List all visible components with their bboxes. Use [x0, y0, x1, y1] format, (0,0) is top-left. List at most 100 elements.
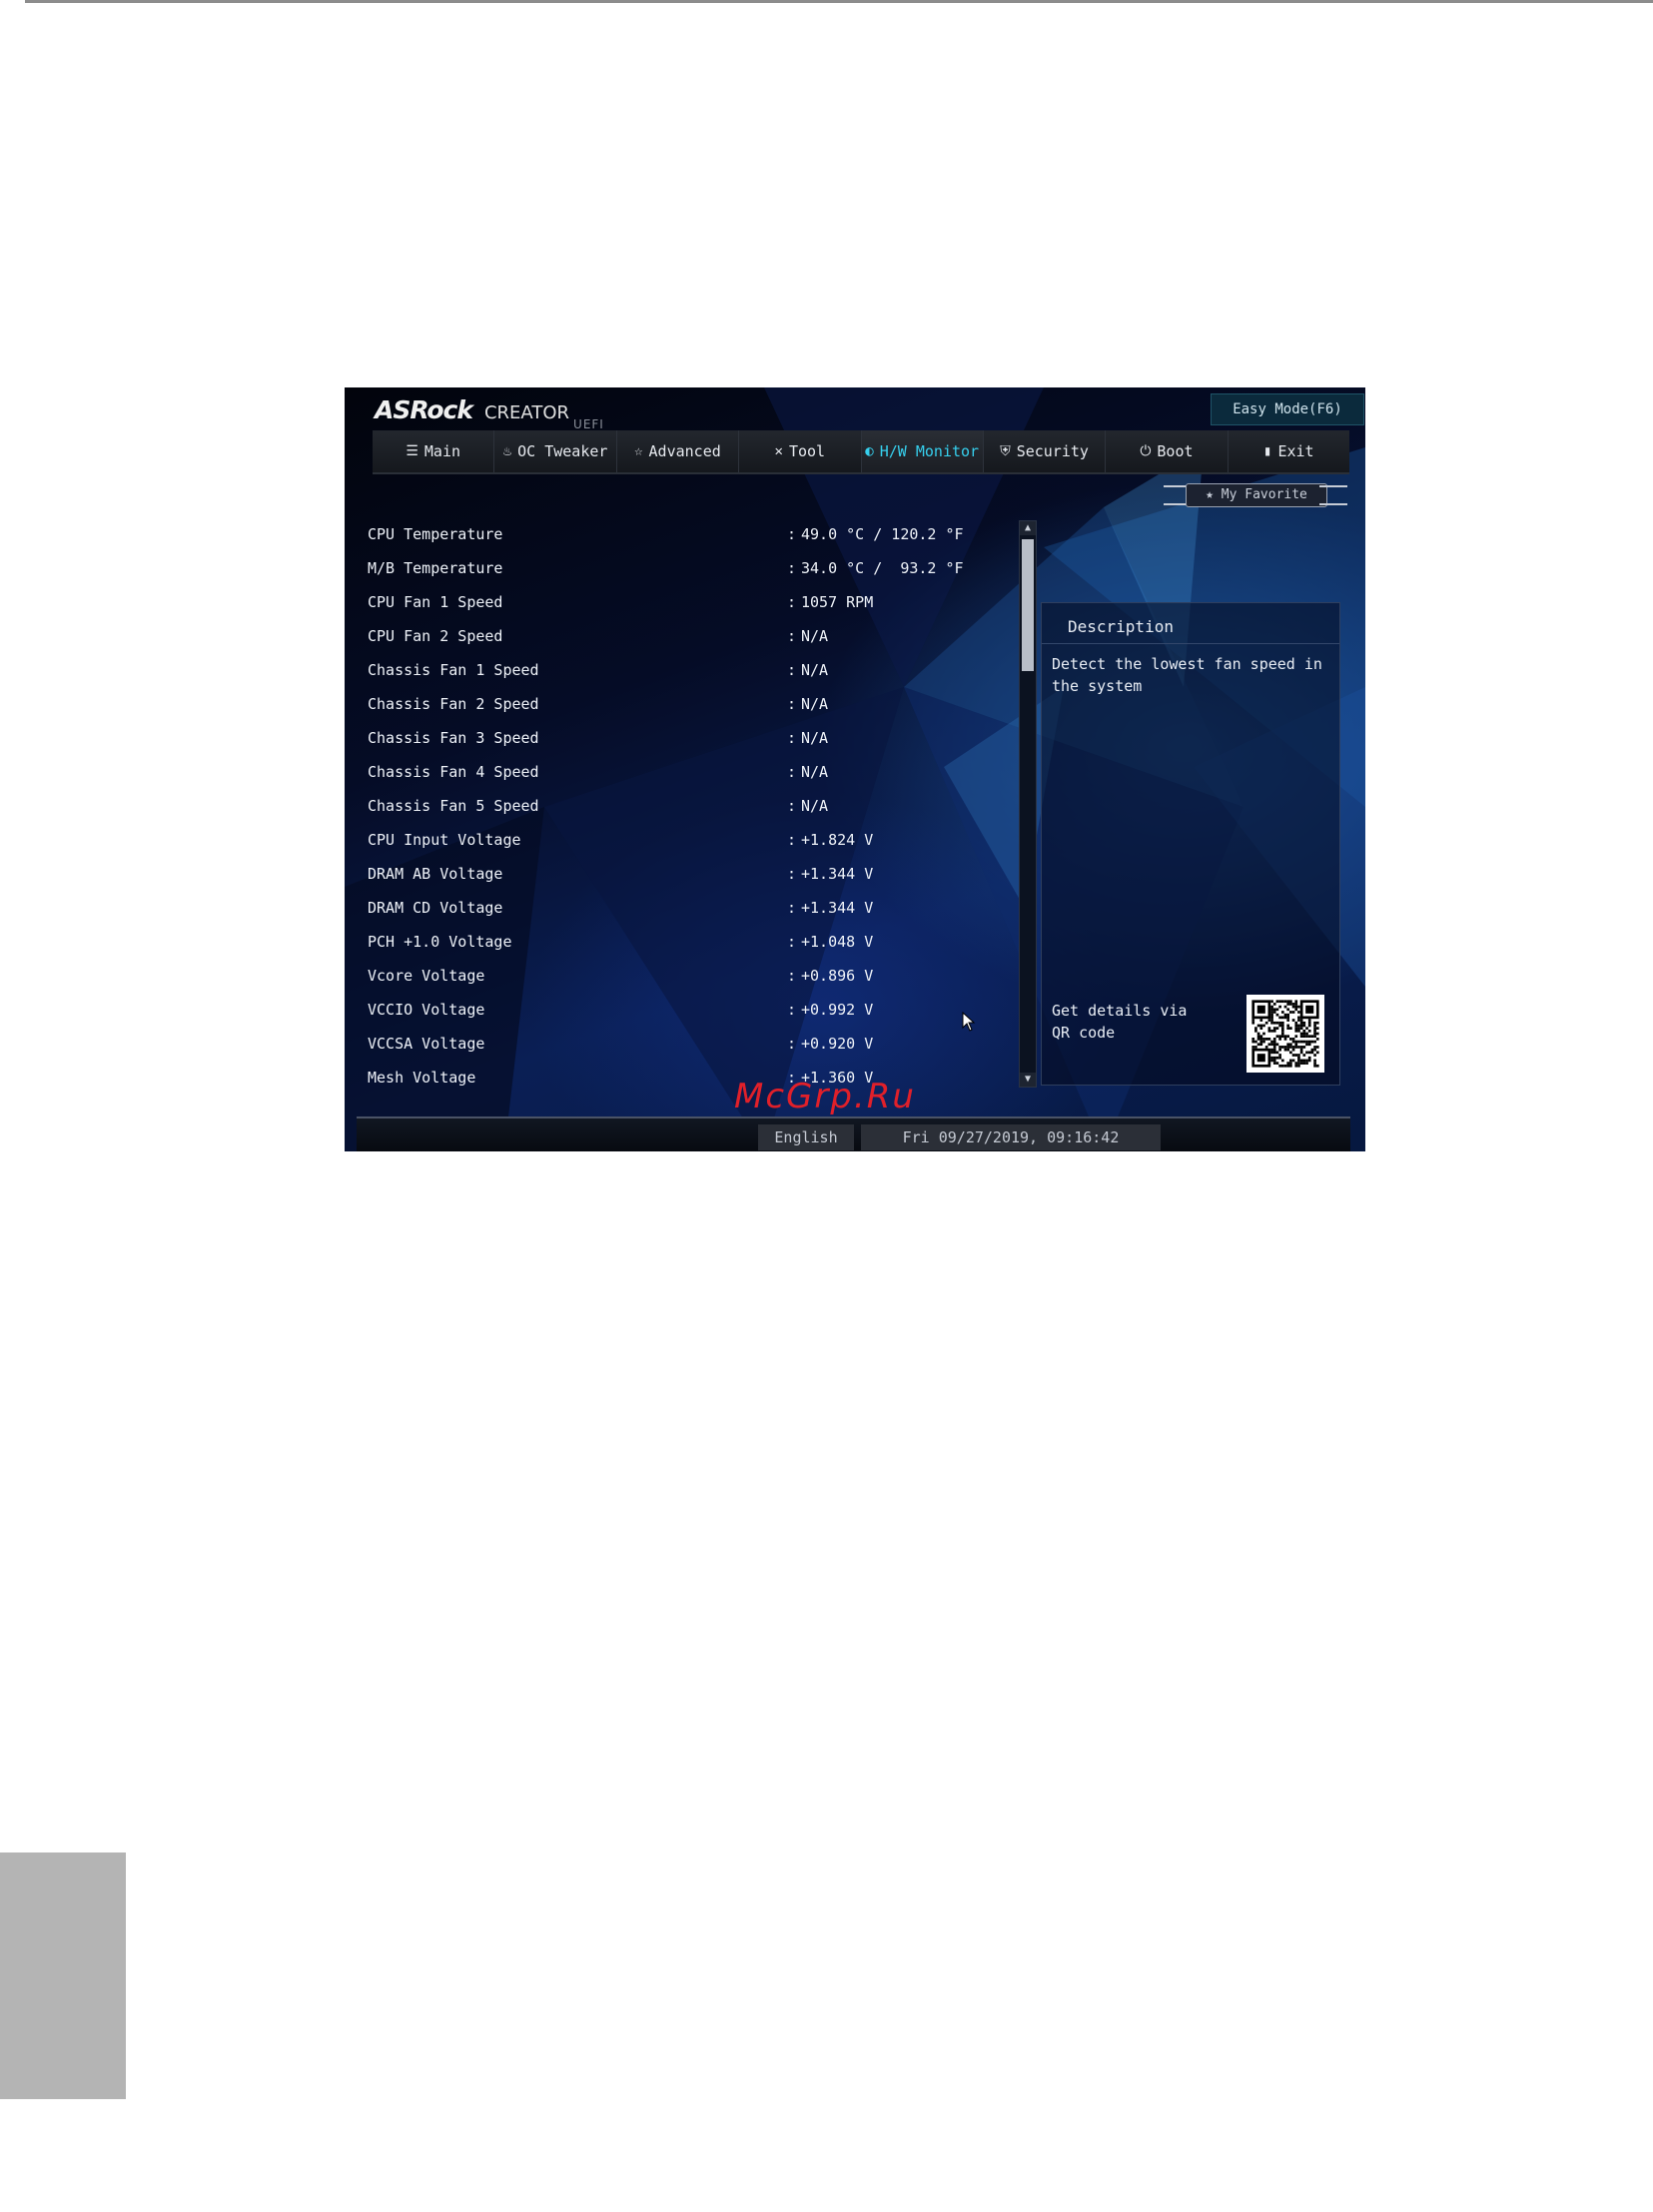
- monitor-row-separator: :: [787, 797, 797, 815]
- monitor-row-separator: :: [787, 865, 797, 883]
- tab-label: Advanced: [648, 442, 721, 460]
- tab-hw-monitor[interactable]: ◐ H/W Monitor: [861, 430, 984, 472]
- monitor-row-value: N/A: [801, 695, 829, 713]
- monitor-row[interactable]: CPU Fan 1 Speed:1057 RPM: [368, 585, 1017, 619]
- brand: ASRock CREATOR UEFI: [375, 395, 604, 435]
- monitor-row[interactable]: CPU Fan 2 Speed: N/A: [368, 619, 1017, 653]
- monitor-row[interactable]: Chassis Fan 3 Speed: N/A: [368, 721, 1017, 755]
- list-scrollbar[interactable]: ▲ ▼: [1019, 520, 1037, 1088]
- monitor-row-label: Vcore Voltage: [368, 967, 485, 985]
- watermark: McGrp.Ru: [734, 1077, 916, 1116]
- monitor-row[interactable]: Chassis Fan 4 Speed: N/A: [368, 755, 1017, 789]
- monitor-row[interactable]: DRAM AB Voltage: +1.344 V: [368, 857, 1017, 891]
- scroll-thumb[interactable]: [1022, 539, 1034, 671]
- monitor-row-value: +1.344 V: [801, 899, 874, 917]
- page-top-rule: [25, 0, 1653, 3]
- qr-hint-text: Get details via QR code: [1052, 1002, 1188, 1042]
- tab-oc-tweaker[interactable]: ♨ OC Tweaker: [494, 430, 617, 472]
- my-favorite-button[interactable]: ★ My Favorite: [1164, 479, 1347, 509]
- tab-label: Tool: [788, 442, 826, 460]
- page-side-tab: [0, 1852, 126, 2099]
- monitor-row-label: Chassis Fan 4 Speed: [368, 763, 539, 781]
- tab-tool[interactable]: ✕ Tool: [739, 430, 862, 472]
- status-bar: English Fri 09/27/2019, 09:16:42: [357, 1116, 1350, 1151]
- power-icon: ⏻: [1140, 443, 1152, 459]
- qr-code-icon: [1246, 995, 1324, 1073]
- description-text: Detect the lowest fan speed in the syste…: [1052, 655, 1322, 695]
- monitor-row[interactable]: VCCSA Voltage: +0.920 V: [368, 1027, 1017, 1061]
- datetime-display: Fri 09/27/2019, 09:16:42: [861, 1124, 1161, 1150]
- monitor-row-value: N/A: [801, 729, 829, 747]
- language-button[interactable]: English: [758, 1124, 854, 1150]
- monitor-row-separator: :: [787, 1035, 797, 1053]
- monitor-row-label: VCCIO Voltage: [368, 1001, 485, 1019]
- monitor-row-label: Chassis Fan 1 Speed: [368, 661, 539, 679]
- monitor-row-separator: :: [787, 627, 797, 645]
- monitor-row-value: N/A: [801, 797, 829, 815]
- tab-security[interactable]: ⛨ Security: [983, 430, 1107, 472]
- monitor-row-label: VCCSA Voltage: [368, 1035, 485, 1053]
- main-tabs: ☰ Main ♨ OC Tweaker ☆ Advanced ✕ Tool ◐ …: [373, 430, 1349, 474]
- hw-monitor-list: CPU Temperature:49.0 °C / 120.2 °F M/B Te…: [368, 517, 1017, 1095]
- monitor-row-separator: :: [787, 763, 797, 781]
- monitor-row[interactable]: Chassis Fan 5 Speed: N/A: [368, 789, 1017, 823]
- tab-label: H/W Monitor: [879, 442, 980, 460]
- monitor-row-label: Chassis Fan 5 Speed: [368, 797, 539, 815]
- monitor-row-value: +0.992 V: [801, 1001, 874, 1019]
- monitor-row-separator: :: [787, 661, 797, 679]
- tab-main[interactable]: ☰ Main: [373, 430, 495, 472]
- monitor-icon: ◐: [865, 443, 874, 459]
- monitor-row-separator: :: [787, 729, 797, 747]
- description-title: Description: [1042, 611, 1339, 644]
- monitor-row[interactable]: Mesh Voltage: +1.360 V: [368, 1061, 1017, 1095]
- monitor-row[interactable]: M/B Temperature:34.0 °C / 93.2 °F: [368, 551, 1017, 585]
- list-icon: ☰: [406, 443, 418, 459]
- monitor-row-label: CPU Temperature: [368, 525, 503, 543]
- monitor-row[interactable]: Vcore Voltage: +0.896 V: [368, 959, 1017, 993]
- asrock-logo: ASRock: [375, 395, 473, 424]
- tab-label: Exit: [1277, 442, 1314, 460]
- monitor-row-value: +1.344 V: [801, 865, 874, 883]
- shield-icon: ⛨: [1000, 443, 1011, 459]
- tab-boot[interactable]: ⏻ Boot: [1106, 430, 1229, 472]
- monitor-row[interactable]: CPU Temperature:49.0 °C / 120.2 °F: [368, 517, 1017, 551]
- monitor-row-value: N/A: [801, 763, 829, 781]
- monitor-row[interactable]: Chassis Fan 2 Speed: N/A: [368, 687, 1017, 721]
- tools-icon: ✕: [774, 443, 783, 459]
- monitor-row-value: 49.0 °C / 120.2 °F: [801, 525, 964, 543]
- monitor-row-value: +1.824 V: [801, 831, 874, 849]
- monitor-row[interactable]: DRAM CD Voltage: +1.344 V: [368, 891, 1017, 925]
- monitor-row-label: Mesh Voltage: [368, 1069, 476, 1087]
- monitor-row-separator: :: [787, 967, 797, 985]
- monitor-row[interactable]: Chassis Fan 1 Speed: N/A: [368, 653, 1017, 687]
- monitor-row-separator: :: [787, 933, 797, 951]
- flame-icon: ♨: [502, 443, 512, 459]
- monitor-row-label: Chassis Fan 3 Speed: [368, 729, 539, 747]
- monitor-row-value: 34.0 °C / 93.2 °F: [801, 559, 964, 577]
- wing-right-icon: [1319, 485, 1347, 505]
- monitor-row-label: PCH +1.0 Voltage: [368, 933, 512, 951]
- star-icon: ☆: [634, 443, 643, 459]
- star-icon: ★: [1206, 487, 1222, 502]
- scroll-up-icon[interactable]: ▲: [1020, 521, 1036, 535]
- bios-screen: ASRock CREATOR UEFI Easy Mode(F6) ☰ Main…: [345, 387, 1365, 1151]
- easy-mode-button[interactable]: Easy Mode(F6): [1211, 393, 1364, 425]
- monitor-row-value: +1.048 V: [801, 933, 874, 951]
- monitor-row-label: M/B Temperature: [368, 559, 503, 577]
- description-panel: Description Detect the lowest fan speed …: [1041, 602, 1340, 1086]
- monitor-row-separator: :: [787, 593, 797, 611]
- monitor-row[interactable]: PCH +1.0 Voltage: +1.048 V: [368, 925, 1017, 959]
- tab-label: Main: [423, 442, 461, 460]
- monitor-row-separator: :: [787, 695, 797, 713]
- scroll-down-icon[interactable]: ▼: [1020, 1073, 1036, 1087]
- monitor-row-value: +0.896 V: [801, 967, 874, 985]
- monitor-row-value: N/A: [801, 661, 829, 679]
- monitor-row[interactable]: VCCIO Voltage: +0.992 V: [368, 993, 1017, 1027]
- monitor-row-label: CPU Input Voltage: [368, 831, 521, 849]
- monitor-row-label: DRAM CD Voltage: [368, 899, 503, 917]
- monitor-row[interactable]: CPU Input Voltage: +1.824 V: [368, 823, 1017, 857]
- tab-exit[interactable]: ▮ Exit: [1228, 430, 1349, 472]
- monitor-row-label: DRAM AB Voltage: [368, 865, 503, 883]
- tab-advanced[interactable]: ☆ Advanced: [616, 430, 740, 472]
- brand-name: CREATOR: [483, 402, 570, 423]
